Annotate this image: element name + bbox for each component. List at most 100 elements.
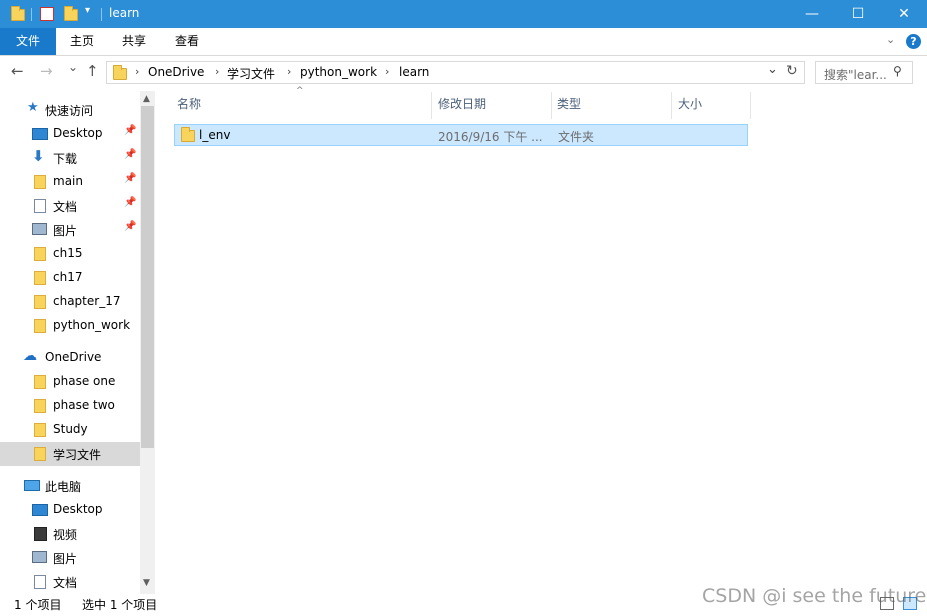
pin-icon[interactable]: 📌 [124, 173, 136, 184]
scroll-down-arrow[interactable]: ▼ [143, 578, 150, 588]
nav-item-phase-one[interactable]: phase one [0, 370, 140, 394]
folder-icon [34, 375, 46, 389]
breadcrumb-python-work[interactable]: python_work [300, 65, 377, 79]
scroll-up-arrow[interactable]: ▲ [143, 94, 150, 104]
column-divider[interactable] [671, 92, 672, 119]
search-icon: ⚲ [893, 64, 902, 78]
refresh-button[interactable]: ↻ [786, 63, 798, 79]
file-modified: 2016/9/16 下午 ... [438, 130, 543, 144]
picture-icon [32, 223, 47, 235]
forward-button[interactable]: → [40, 62, 53, 80]
nav-item-label: phase one [53, 374, 116, 388]
help-icon[interactable]: ? [906, 34, 921, 49]
nav-item-label: 学习文件 [53, 448, 102, 462]
quick-access-dropdown-icon[interactable]: ▾ [85, 5, 90, 16]
properties-icon[interactable] [40, 7, 54, 21]
pin-icon[interactable]: 📌 [124, 221, 136, 232]
nav-item-label: 图片 [53, 224, 78, 238]
column-header-size[interactable]: 大小 [678, 92, 750, 119]
search-placeholder: 搜索"lear... [824, 68, 887, 82]
folder-icon [34, 271, 46, 285]
breadcrumb-onedrive[interactable]: OneDrive [148, 65, 204, 79]
nav-item-label: main [53, 174, 83, 188]
watermark: CSDN @i see the future [702, 585, 927, 607]
nav-item-study-files[interactable]: 学习文件 [0, 442, 140, 466]
nav-scrollbar-thumb[interactable] [141, 106, 154, 448]
address-bar[interactable]: › OneDrive › 学习文件 › python_work › learn … [106, 61, 805, 84]
breadcrumb-separator: › [215, 65, 220, 78]
pin-icon[interactable]: 📌 [124, 197, 136, 208]
breadcrumb-learn[interactable]: learn [399, 65, 429, 79]
nav-item-label: 文档 [53, 200, 78, 214]
video-icon [34, 527, 47, 541]
nav-item-videos[interactable]: 视频 [0, 522, 140, 546]
pin-icon[interactable]: 📌 [124, 125, 136, 136]
address-dropdown-button[interactable]: ⌄ [767, 62, 778, 77]
nav-item-label: phase two [53, 398, 115, 412]
nav-item-desktop[interactable]: Desktop 📌 [0, 122, 140, 146]
close-button[interactable]: ✕ [881, 0, 927, 28]
tab-share[interactable]: 共享 [112, 28, 156, 55]
nav-item-label: 此电脑 [45, 480, 82, 494]
file-type: 文件夹 [558, 130, 595, 144]
file-row[interactable]: l_env 2016/9/16 下午 ... 文件夹 [174, 124, 748, 146]
minimize-button[interactable]: — [789, 0, 835, 28]
nav-item-pc-pictures[interactable]: 图片 [0, 546, 140, 570]
pin-icon[interactable]: 📌 [124, 149, 136, 160]
nav-item-downloads[interactable]: ⬇ 下载 📌 [0, 146, 140, 170]
folder-icon [34, 319, 46, 333]
nav-item-label: 图片 [53, 552, 78, 566]
nav-item-python-work[interactable]: python_work [0, 314, 140, 338]
nav-item-study[interactable]: Study [0, 418, 140, 442]
nav-item-main[interactable]: main 📌 [0, 170, 140, 194]
chevron-down-icon[interactable]: ⌄ [886, 33, 895, 46]
nav-item-ch15[interactable]: ch15 [0, 242, 140, 266]
breadcrumb-study-files[interactable]: 学习文件 [227, 65, 275, 82]
up-button[interactable]: ↑ [86, 62, 99, 80]
column-header-name[interactable]: 名称 [177, 92, 431, 119]
tab-view[interactable]: 查看 [165, 28, 209, 55]
nav-item-quick-access[interactable]: ★ 快速访问 [0, 98, 140, 122]
breadcrumb-separator: › [287, 65, 292, 78]
title-bar: ▾ learn — ☐ ✕ [0, 0, 927, 28]
nav-item-label: Desktop [53, 502, 103, 516]
nav-item-phase-two[interactable]: phase two [0, 394, 140, 418]
nav-item-label: python_work [53, 318, 131, 332]
column-header-type[interactable]: 类型 [557, 92, 671, 119]
nav-item-pictures[interactable]: 图片 📌 [0, 218, 140, 242]
folder-icon [34, 247, 46, 261]
star-icon: ★ [27, 100, 39, 115]
nav-item-pc-documents[interactable]: 文档 [0, 570, 140, 594]
nav-item-this-pc[interactable]: 此电脑 [0, 474, 140, 498]
folder-icon [34, 175, 46, 189]
search-input[interactable]: 搜索"lear... ⚲ [815, 61, 913, 84]
tab-home[interactable]: 主页 [60, 28, 104, 55]
nav-item-documents[interactable]: 文档 📌 [0, 194, 140, 218]
title-separator [31, 8, 32, 21]
recent-locations-button[interactable]: ⌄ [68, 60, 78, 74]
nav-item-chapter-17[interactable]: chapter_17 [0, 290, 140, 314]
back-button[interactable]: ← [11, 62, 24, 80]
download-icon: ⬇ [32, 147, 45, 165]
column-divider[interactable] [750, 92, 751, 119]
nav-item-onedrive[interactable]: ☁ OneDrive [0, 346, 140, 370]
status-item-count: 1 个项目 [14, 598, 62, 612]
nav-item-label: ch17 [53, 270, 83, 284]
maximize-button[interactable]: ☐ [835, 0, 881, 28]
nav-item-label: OneDrive [45, 350, 102, 364]
navigation-pane: ★ 快速访问 Desktop 📌 ⬇ 下载 📌 main 📌 文档 📌 图片 📌… [0, 91, 155, 594]
column-header-modified[interactable]: 修改日期 [438, 92, 551, 119]
window-title: learn [109, 6, 140, 20]
nav-item-pc-desktop[interactable]: Desktop [0, 498, 140, 522]
nav-item-label: 下载 [53, 152, 78, 166]
nav-item-label: 文档 [53, 576, 78, 590]
tab-file[interactable]: 文件 [0, 28, 56, 55]
picture-icon [32, 551, 47, 563]
folder-icon [34, 447, 46, 461]
column-divider[interactable] [431, 92, 432, 119]
new-folder-icon[interactable] [64, 6, 78, 21]
nav-item-label: Study [53, 422, 88, 436]
nav-item-ch17[interactable]: ch17 [0, 266, 140, 290]
document-icon [34, 199, 46, 213]
column-divider[interactable] [551, 92, 552, 119]
